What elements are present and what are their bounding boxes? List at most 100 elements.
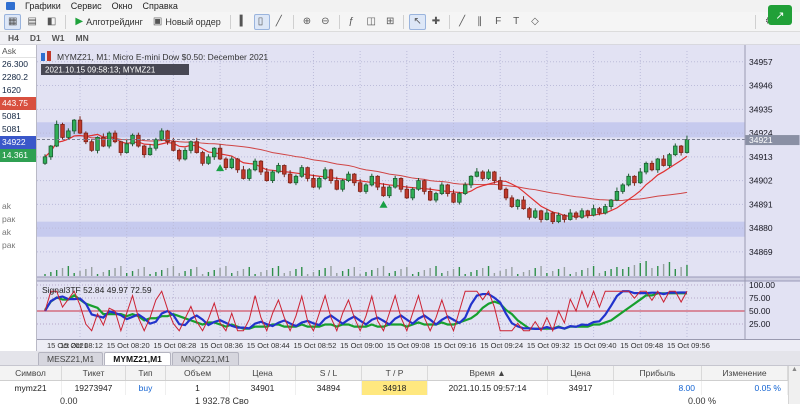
cell-time[interactable]: 2021.10.15 09:57:14 [428, 381, 548, 395]
zoom-in-icon: ⊕ [302, 15, 312, 27]
price-band [37, 221, 745, 237]
indicators-icon[interactable]: ƒ [345, 14, 361, 30]
market-watch-spacer [0, 162, 36, 200]
cell-change[interactable]: 0.05 % [702, 381, 788, 395]
chart-tabs-bar: MESZ21,M1 MYMZ21,M1 MNQZ21,M1 [0, 351, 800, 366]
cell-sl[interactable]: 34894 [296, 381, 362, 395]
price-band [37, 122, 745, 138]
cell-ticket[interactable]: 19273947 [62, 381, 126, 395]
timeframe-toolbar: H4 D1 W1 MN [0, 32, 800, 45]
cell-tp[interactable]: 34918 [362, 381, 428, 395]
price-axis-label: 34946 [749, 81, 773, 91]
market-watch-price[interactable]: 443.75 [0, 97, 36, 110]
column-header-1[interactable]: Тикет [62, 366, 126, 380]
price-axis-label: 34902 [749, 176, 773, 186]
line-chart-icon[interactable]: ╱ [272, 14, 288, 30]
fibonacci-icon[interactable]: F [491, 14, 507, 30]
chart-tab-mnqz21[interactable]: MNQZ21,M1 [171, 352, 239, 365]
position-row[interactable]: mymz21 19273947 buy 1 34901 34894 34918 2021.10… [0, 381, 800, 395]
market-watch-price[interactable]: 34922 [0, 136, 36, 149]
data-window-icon[interactable]: ▤ [23, 14, 40, 30]
price-axis-label: 34869 [749, 247, 773, 257]
cursor-icon[interactable]: ↖ [409, 13, 426, 30]
algo-trading-button: ▶ [75, 15, 84, 27]
toolbar-separator [449, 14, 451, 29]
column-header-2[interactable]: Тип [126, 366, 166, 380]
current-price-badge-label: 34921 [749, 135, 773, 145]
fibonacci-icon: F [495, 15, 502, 27]
chart-symbol-icon [41, 53, 45, 61]
column-header-8[interactable]: Цена [548, 366, 614, 380]
menu-window[interactable]: Окно [112, 1, 133, 11]
crosshair-icon[interactable]: ✚ [428, 14, 444, 30]
toolbox-footer: 0.00 1 932.78 Сво 0.00 % [0, 395, 800, 404]
market-watch-panel[interactable]: Ask 26.300 2280.2 1620 443.75 5081 5081 34922 14… [0, 45, 37, 351]
menu-service[interactable]: Сервис [71, 1, 102, 11]
algo-trading-button-label: Алготрейдинг [86, 16, 143, 27]
time-axis: 15 Oct 2021 15 Oct 08:12 15 Oct 08:20 15 Oc… [37, 339, 800, 351]
chart-tab-mesz21[interactable]: MESZ21,M1 [38, 352, 104, 365]
zoom-in-icon[interactable]: ⊕ [299, 14, 315, 30]
time-axis-label: 15 Oct 09:56 [666, 341, 710, 350]
time-axis-label: 15 Oct 09:00 [340, 341, 384, 350]
price-axis-label: 34880 [749, 223, 773, 233]
column-header-9[interactable]: Прибыль [614, 366, 702, 380]
shapes-icon[interactable]: ◇ [527, 14, 543, 30]
chart-area[interactable]: 34957 34946 34935 34924 34913 34902 34891 34880… [37, 45, 800, 351]
toolbox-scrollbar[interactable]: ▲ [788, 366, 800, 404]
menu-help[interactable]: Справка [143, 1, 178, 11]
market-watch-price[interactable]: 1620 [0, 84, 36, 97]
cell-price[interactable]: 34901 [230, 381, 296, 395]
navigator-icon[interactable]: ◧ [43, 14, 60, 30]
column-header-4[interactable]: Цена [230, 366, 296, 380]
cell-profit[interactable]: 8.00 [614, 381, 702, 395]
new-order-button[interactable]: ▣ Новый ордер [149, 14, 225, 30]
column-header-5[interactable]: S / L [296, 366, 362, 380]
timeframe-h4[interactable]: H4 [3, 33, 24, 44]
column-header-3[interactable]: Объем [166, 366, 230, 380]
toolbar-separator [338, 14, 340, 29]
timeframe-mn[interactable]: MN [71, 33, 94, 44]
market-watch-fragment: ak [2, 227, 11, 237]
column-header-7[interactable]: Время ▲ [428, 366, 548, 380]
cell-symbol[interactable]: mymz21 [0, 381, 62, 395]
text-icon[interactable]: T [509, 14, 525, 30]
grid-icon[interactable]: ⊞ [382, 14, 398, 30]
time-axis-label: 15 Oct 09:16 [433, 341, 477, 350]
toolbar-separator [403, 14, 405, 29]
column-header-0[interactable]: Символ [0, 366, 62, 380]
market-watch-price[interactable]: 26.300 [0, 58, 36, 71]
cell-type[interactable]: buy [126, 381, 166, 395]
market-watch-price[interactable]: 2280.2 [0, 71, 36, 84]
footer-fragment: 0.00 % [688, 396, 717, 404]
quick-trade-badge[interactable]: ↗ [768, 5, 792, 25]
positions-table-header[interactable]: Символ Тикет Тип Объем Цена S / LT / P Время ▲… [0, 366, 800, 381]
zoom-out-icon[interactable]: ⊖ [317, 14, 333, 30]
cell-volume[interactable]: 1 [166, 381, 230, 395]
timeframe-w1[interactable]: W1 [47, 33, 70, 44]
bar-chart-icon: ▍ [239, 15, 248, 27]
pane-separator[interactable] [37, 277, 800, 281]
menu-charts[interactable]: Графики [25, 1, 61, 11]
bar-chart-icon[interactable]: ▍ [236, 14, 252, 30]
chart-tab-mymz21[interactable]: MYMZ21,M1 [104, 352, 171, 365]
channel-icon[interactable]: ∥ [473, 14, 489, 30]
algo-trading-button[interactable]: ▶ Алготрейдинг [71, 14, 147, 30]
price-chart[interactable]: 3495734946349353492434913349023489134880… [37, 45, 800, 339]
market-watch-price[interactable]: 5081 [0, 123, 36, 136]
trendline-icon[interactable]: ╱ [455, 14, 471, 30]
market-watch-header: Ask [0, 45, 36, 58]
market-watch-toggle-icon[interactable]: ▦ [4, 13, 22, 30]
objects-icon[interactable]: ◫ [363, 14, 380, 30]
market-watch-price[interactable]: 5081 [0, 110, 36, 123]
market-watch-price[interactable]: 14.361 [0, 149, 36, 162]
app-logo-icon [6, 2, 15, 10]
crosshair-icon: ✚ [431, 15, 441, 27]
candle-chart-icon[interactable]: ▯ [253, 13, 270, 30]
column-header-10[interactable]: Изменение [702, 366, 788, 380]
main-toolbar: ▦ ▤ ◧ ▶ Алготрейдинг ▣ Новый ордер ▍ ▯ ╱ ⊕ ⊖ ƒ ◫ ⊞ ↖ ✚ ╱ ∥… [0, 12, 800, 32]
timeframe-d1[interactable]: D1 [25, 33, 46, 44]
cell-price-current[interactable]: 34917 [548, 381, 614, 395]
time-axis-label: 15 Oct 08:36 [200, 341, 244, 350]
column-header-6[interactable]: T / P [362, 366, 428, 380]
